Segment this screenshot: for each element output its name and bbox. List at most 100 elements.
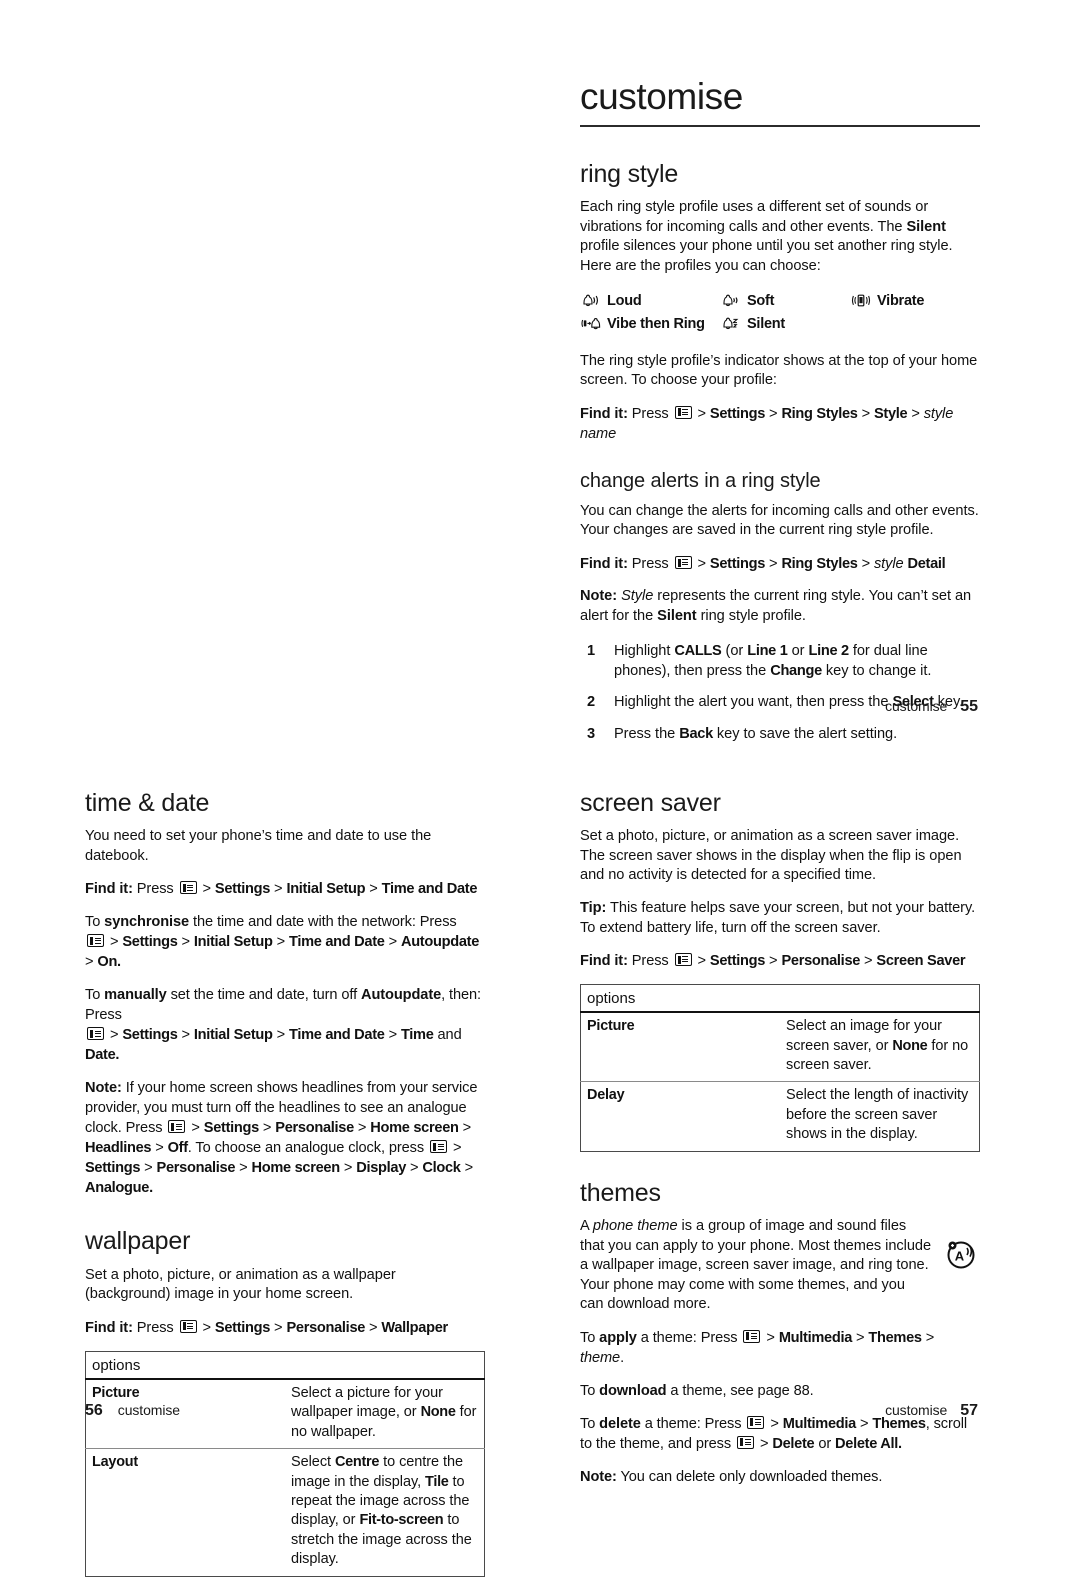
page-title: customise (580, 76, 743, 117)
table-row: Delay Select the length of inactivity be… (580, 1081, 980, 1152)
note-text-2: ring style profile. (696, 607, 806, 624)
note-path1-0: Settings (203, 1120, 259, 1137)
note-label-themes: Note: (580, 1468, 617, 1485)
option-desc: Select Centre to centre the image in the… (285, 1448, 485, 1577)
apply-bold: apply (599, 1329, 637, 1346)
findit-screen-saver: Find it: Press > Settings > Personalise … (580, 953, 966, 970)
delete-mid: a theme: Press (640, 1415, 742, 1432)
time-date-note: Note: If your home screen shows headline… (85, 1080, 478, 1197)
findit-path-2: Style (873, 405, 908, 422)
menu-key-icon (674, 556, 692, 569)
download-bold: download (599, 1382, 667, 1399)
delete-lead: To (580, 1415, 600, 1432)
findit2-bold-tail: Detail (907, 556, 946, 572)
findit-time-date: Find it: Press > Settings > Initial Setu… (85, 881, 478, 898)
note-italic: Style (621, 588, 654, 604)
apply-mid: a theme: Press (636, 1329, 738, 1346)
ring-style-intro: Each ring style profile uses a different… (580, 198, 980, 276)
findit-press: Press (631, 405, 669, 422)
menu-key-icon (87, 1027, 104, 1041)
menu-key-icon (179, 881, 197, 895)
findit-prefix-4: Find it: (85, 1319, 133, 1336)
profile-soft: Soft (720, 293, 850, 309)
manual-path-0: Settings (122, 1027, 178, 1044)
findit-prefix-5: Find it: (580, 953, 628, 970)
findit-path-0: Settings (709, 405, 766, 422)
findit-wallpaper: Find it: Press > Settings > Personalise … (85, 1319, 448, 1336)
findit-press-2: Press (631, 556, 669, 572)
profile-vibrate: Vibrate (850, 293, 980, 309)
tip-text: This feature helps save your screen, but… (580, 900, 976, 936)
table-row: Layout Select Centre to centre the image… (85, 1448, 485, 1577)
findit5-path-1: Personalise (781, 953, 861, 970)
table-header-row: options (580, 984, 980, 1014)
manual-path-1: Initial Setup (193, 1027, 273, 1044)
themes-intro: A phone theme is a group of image and so… (580, 1217, 932, 1313)
manual-path-and: and (437, 1027, 462, 1044)
manual-path-3: Time (400, 1027, 434, 1044)
findit-ring-style: Find it: Press > Settings > Ring Styles … (580, 405, 954, 442)
manual-lead: To (85, 987, 105, 1004)
option-desc: Select an image for your screen saver, o… (786, 1018, 969, 1074)
apply-italic: theme (580, 1349, 621, 1366)
section-heading-screen-saver: screen saver (580, 789, 721, 817)
option-key: Delay (580, 1081, 780, 1152)
menu-key-icon (743, 1329, 761, 1343)
time-date-intro: You need to set your phone’s time and da… (85, 828, 432, 864)
themes-download: To download a theme, see page 88. (580, 1381, 980, 1401)
footer-label: customise (885, 698, 948, 714)
ring-style-indicator-text: The ring style profile’s indicator shows… (580, 352, 978, 389)
ring-style-intro-part2: profile silences your phone until you se… (580, 238, 953, 275)
manual-path-last: Date. (85, 1047, 120, 1064)
note-mid: . To choose an analogue clock, press (187, 1140, 428, 1157)
menu-key-icon (179, 1319, 197, 1333)
manual-bold-2: Autoupdate (361, 987, 442, 1004)
step-text: Highlight CALLS (or Line 1 or Line 2 for… (614, 643, 932, 679)
profile-vibe-then-ring: Vibe then Ring (580, 316, 720, 332)
wallpaper-options-table: options Picture Select a picture for you… (85, 1350, 485, 1577)
theme-style-icon: A (942, 1234, 980, 1272)
themes-apply: To apply a theme: Press > Multimedia > T… (580, 1329, 935, 1366)
vibrate-icon (850, 293, 872, 308)
profile-empty-slot (850, 316, 980, 332)
page-57: screen saver Set a photo, picture, or an… (540, 760, 1080, 1528)
ring-style-intro-silent: Silent (906, 218, 946, 235)
option-desc: Select the length of inactivity before t… (780, 1081, 980, 1152)
screen-saver-tip: Tip: This feature helps save your screen… (580, 899, 980, 938)
note-text-themes: You can delete only downloaded themes. (616, 1468, 883, 1485)
findit2-italic-tail: style (873, 556, 904, 572)
table-row: Picture Select an image for your screen … (581, 1012, 980, 1082)
note-path1-1: Personalise (275, 1120, 354, 1137)
step-item: 3 Press the Back key to save the alert se… (580, 725, 980, 745)
sync-bold: synchronise (104, 914, 190, 931)
apply-period: . (620, 1349, 625, 1366)
sync-path-3: Autoupdate (400, 934, 480, 951)
step-number: 2 (587, 694, 596, 711)
option-desc: Select a picture for your wallpaper imag… (291, 1384, 477, 1440)
sync-path-0: Settings (122, 934, 178, 951)
page-footer-57: customise 57 (885, 1402, 978, 1420)
delete-path-0: Multimedia (782, 1415, 857, 1432)
apply-path-1: Themes (868, 1329, 922, 1346)
findit-press-4: Press (136, 1319, 174, 1336)
wallpaper-intro: Set a photo, picture, or animation as a … (85, 1266, 396, 1303)
bell-silent-icon (720, 316, 742, 331)
note-label-td: Note: (85, 1080, 122, 1097)
download-rest: a theme, see page 88. (666, 1382, 814, 1399)
menu-key-icon (168, 1120, 186, 1134)
step-number: 1 (587, 643, 596, 660)
menu-key-icon (737, 1435, 754, 1449)
findit2-path-1: Ring Styles (781, 556, 858, 572)
bell-loud-icon (580, 293, 602, 308)
delete-opt-2: Delete All. (835, 1435, 902, 1452)
note-path3-4: Analogue. (85, 1180, 153, 1197)
findit-press-5: Press (631, 953, 669, 970)
findit5-path-0: Settings (709, 953, 766, 970)
page-footer-55: customise 55 (885, 698, 978, 716)
sync-path-2: Time and Date (289, 934, 385, 951)
note-path3-0: Personalise (156, 1160, 236, 1177)
findit4-path-0: Settings (214, 1319, 271, 1336)
manual-path-2: Time and Date (289, 1027, 385, 1044)
manual-mid: set the time and date, turn off (166, 987, 362, 1004)
profile-loud-label: Loud (607, 292, 642, 309)
